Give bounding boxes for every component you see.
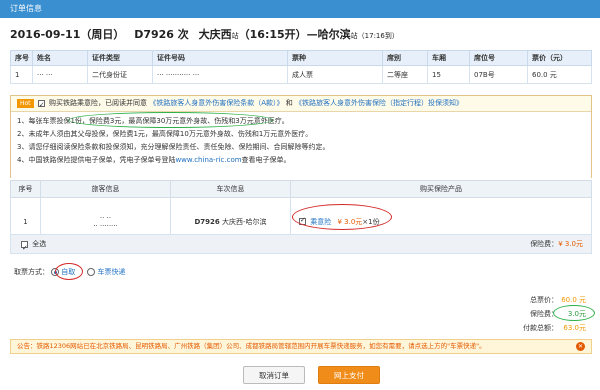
product-checkbox[interactable] — [299, 216, 306, 225]
insurance-line-2: 2、未成年人须由其父母投保，保险费1元，最高保障10万元意外身故、伤残和1万元意… — [17, 130, 313, 138]
insurance-table-header: 序号 旅客信息 车次信息 购买保险产品 — [10, 180, 592, 198]
insurance-total-row: 保险费： 3.0元 — [466, 309, 586, 319]
to-station: —哈尔滨 — [306, 28, 351, 41]
insurance-line-1: 1、每张车票投保1份，保险费3元，最高保障30万元意外身故、伤残和3万元意外医疗… — [17, 117, 289, 125]
notice-bar: 公告：铁路12306网站已在北京铁路局、昆明铁路局、广州铁路（集团）公司、成都铁… — [10, 339, 592, 354]
to-station-suffix: 站 — [350, 32, 358, 40]
pay-total-value: 63.0元 — [563, 324, 586, 332]
insurance-fee-label: 保险费： — [530, 240, 559, 248]
ins-col-passenger: 旅客信息 — [40, 180, 171, 198]
cell-id-type: 二代身份证 — [87, 65, 153, 84]
pickup-option-express[interactable]: 车票快递 — [87, 268, 125, 276]
express-label[interactable]: 车票快递 — [97, 268, 125, 276]
pay-online-button[interactable]: 网上支付 — [318, 366, 380, 384]
notice-text: 公告：铁路12306网站已在北京铁路局、昆明铁路局、广州铁路（集团）公司、成都铁… — [17, 342, 486, 350]
express-radio[interactable] — [87, 268, 96, 276]
insurance-and-text: 和 — [285, 99, 293, 107]
cell-id-number: ··· ··········· ··· — [152, 65, 288, 84]
insurance-agree-checkbox[interactable] — [37, 98, 45, 113]
col-seat-no: 席位号 — [469, 50, 528, 66]
ins-passenger-line-1: ·· ·· — [99, 213, 112, 222]
ins-col-no: 序号 — [10, 180, 41, 198]
ins-passenger-line-2: ·· ········ — [93, 221, 118, 230]
product-name-link[interactable]: 乘意险 — [310, 218, 331, 226]
col-id-number: 证件号码 — [152, 50, 288, 66]
cell-no: 1 — [10, 65, 33, 84]
pickup-method: 取票方式： 自取 车票快递 — [14, 267, 125, 277]
passenger-table-header: 序号 姓名 证件类型 证件号码 票种 席别 车厢 席位号 票价（元） — [10, 50, 592, 66]
cancel-order-button[interactable]: 取消订单 — [243, 366, 305, 384]
insurance-agree-text: 购买铁路乘意险，已阅读并同意 — [49, 99, 148, 107]
product-price: ¥ 3.0元 — [337, 217, 363, 226]
insurance-line-4: 4、中国铁路保险提供电子保单，凭电子保单号登陆www.china-ric.com… — [17, 154, 585, 167]
train-number: D7926 次 — [134, 28, 189, 41]
arrive-time: （17:16到） — [357, 32, 399, 40]
ins-train-route: 大庆西-哈尔滨 — [222, 217, 267, 226]
insurance-line-4-prefix: 4、中国铁路保险提供电子保单，凭电子保单号登陆 — [17, 156, 176, 164]
insurance-fee-total: 保险费：¥ 3.0元 — [530, 235, 583, 253]
passenger-table: 序号 姓名 证件类型 证件号码 票种 席别 车厢 席位号 票价（元） 1 ···… — [10, 50, 592, 84]
order-info-title: 订单信息 — [10, 4, 42, 13]
select-all-checkbox[interactable] — [21, 239, 28, 257]
table-row: 1 ··· ··· 二代身份证 ··· ··········· ··· 成人票 … — [10, 65, 592, 84]
close-icon[interactable]: ✕ — [576, 342, 585, 351]
cell-price: 60.0 元 — [527, 65, 592, 84]
col-car: 车厢 — [427, 50, 470, 66]
from-station-suffix: 站 — [231, 32, 239, 40]
insurance-total-label: 保险费： — [530, 310, 558, 318]
trip-date: 2016-09-11（周日） — [10, 28, 125, 41]
select-all-label: 全选 — [32, 240, 47, 248]
self-pickup-radio[interactable] — [51, 268, 60, 276]
col-price: 票价（元） — [527, 50, 592, 66]
depart-time: （16:15开） — [238, 28, 307, 41]
ticket-total-label: 总票价： — [530, 296, 558, 304]
ticket-total-row: 总票价： 60.0 元 — [466, 295, 586, 305]
insurance-details: 1、每张车票投保1份，保险费3元，最高保障30万元意外身故、伤残和3万元意外医疗… — [11, 111, 591, 178]
insurance-agree-row: Hot 购买铁路乘意险，已阅读并同意 《铁路旅客人身意外伤害保险条款（A款）》 … — [11, 96, 591, 113]
pickup-option-self[interactable]: 自取 — [51, 268, 75, 276]
col-seat-class: 席别 — [382, 50, 428, 66]
cell-seat-no: 07B号 — [469, 65, 528, 84]
insurance-line-4-suffix: 查看电子保单。 — [241, 156, 291, 164]
insurance-terms-link[interactable]: 《铁路旅客人身意外伤害保险条款（A款）》 — [149, 99, 283, 107]
pay-total-row: 付款总额： 63.0元 — [466, 323, 586, 333]
select-all-row: 全选 保险费：¥ 3.0元 — [10, 234, 592, 257]
col-name: 姓名 — [32, 50, 88, 66]
insurance-fee-value: ¥ 3.0元 — [558, 240, 583, 248]
ticket-total-value: 60.0 元 — [561, 296, 586, 304]
insurance-notice-link[interactable]: 《铁路旅客人身意外伤害保险（指定行程）投保须知》 — [295, 99, 463, 107]
ins-col-train: 车次信息 — [170, 180, 291, 198]
cell-name: ··· ··· — [32, 65, 88, 84]
china-ric-link[interactable]: www.china-ric.com — [175, 156, 241, 164]
col-id-type: 证件类型 — [87, 50, 153, 66]
pickup-label: 取票方式： — [14, 268, 49, 276]
col-no: 序号 — [10, 50, 33, 66]
col-ticket-type: 票种 — [287, 50, 383, 66]
cell-seat-class: 二等座 — [382, 65, 428, 84]
cell-car: 15 — [427, 65, 470, 84]
insurance-line-3: 3、请您仔细阅读保险条款和投保须知，充分理解保险责任、责任免除、保险期间、合同解… — [17, 143, 330, 151]
insurance-total-value: 3.0元 — [567, 310, 586, 318]
train-summary: 2016-09-11（周日） D7926 次 大庆西站（16:15开）—哈尔滨站… — [10, 26, 399, 42]
self-pickup-label[interactable]: 自取 — [61, 268, 75, 276]
hot-badge: Hot — [17, 98, 34, 108]
insurance-box: Hot 购买铁路乘意险，已阅读并同意 《铁路旅客人身意外伤害保险条款（A款）》 … — [10, 95, 592, 178]
pay-total-label: 付款总额： — [523, 324, 558, 332]
product-qty: ×1份 — [362, 217, 380, 226]
ins-col-product: 购买保险产品 — [290, 180, 592, 198]
ins-train-number: D7926 — [194, 217, 220, 226]
cell-ticket-type: 成人票 — [287, 65, 383, 84]
from-station: 大庆西 — [198, 28, 232, 41]
order-info-header: 订单信息 — [0, 0, 600, 18]
